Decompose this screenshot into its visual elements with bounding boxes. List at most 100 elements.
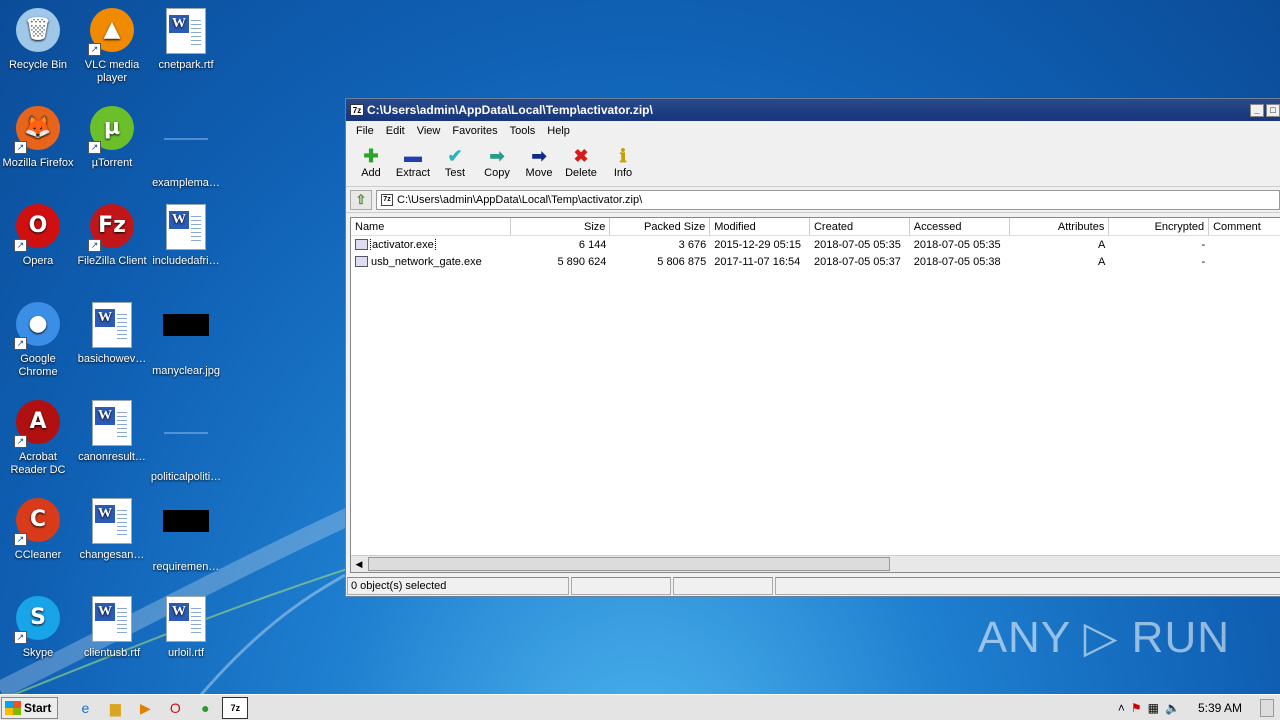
desktop-icon[interactable]: Wcanonresult… <box>74 400 150 464</box>
minimize-button[interactable]: _ <box>1250 103 1264 117</box>
column-header-packed-size[interactable]: Packed Size <box>610 218 711 235</box>
clock[interactable]: 5:39 AM <box>1186 701 1254 715</box>
acrobat-reader-dc-icon: A ↗ <box>14 400 62 448</box>
ie-icon[interactable]: e <box>72 697 98 719</box>
desktop-icon[interactable]: politicalpoliti… <box>148 400 224 484</box>
opera-icon[interactable]: O <box>162 697 188 719</box>
menu-edit[interactable]: Edit <box>380 125 411 137</box>
desktop-icon[interactable]: C ↗ CCleaner <box>0 498 76 562</box>
desktop-icon[interactable]: 🗑 Recycle Bin <box>0 8 76 72</box>
toolbar-label: Test <box>444 167 466 179</box>
maximize-button[interactable]: □ <box>1266 103 1280 117</box>
file-list[interactable]: Name Size Packed Size Modified Created Access… <box>350 217 1280 573</box>
scroll-left-icon[interactable]: ◀ <box>351 556 367 572</box>
7zip-icon: 7z <box>350 104 364 116</box>
desktop-icon[interactable]: Wbasichowev… <box>74 302 150 366</box>
desktop-icon[interactable]: Wcnetpark.rtf <box>148 8 224 72</box>
tray-expand-icon[interactable]: ˄ <box>1118 701 1125 715</box>
show-desktop-button[interactable] <box>1260 698 1274 717</box>
menu-view[interactable]: View <box>411 125 447 137</box>
column-header-size[interactable]: Size <box>511 218 611 235</box>
column-header-accessed[interactable]: Accessed <box>910 218 1010 235</box>
media-player-icon[interactable]: ▶ <box>132 697 158 719</box>
cell-created: 2018-07-05 05:35 <box>813 238 901 251</box>
desktop-icon-label: changesan… <box>79 549 145 561</box>
shortcut-arrow-icon: ↗ <box>14 337 27 350</box>
cell-accessed: 2018-07-05 05:38 <box>913 255 1001 268</box>
desktop-icon[interactable]: O ↗ Opera <box>0 204 76 268</box>
window-titlebar[interactable]: 7z C:\Users\admin\AppData\Local\Temp\act… <box>346 99 1280 121</box>
table-row[interactable]: activator.exe 6 144 3 676 2015-12-29 05:15 2… <box>351 236 1280 253</box>
column-header-created[interactable]: Created <box>810 218 910 235</box>
move-button[interactable]: ➡ Move <box>518 141 560 179</box>
scrollbar-thumb[interactable] <box>368 557 890 571</box>
cell-modified: 2017-11-07 16:54 <box>714 255 801 268</box>
desktop-icon[interactable]: Wchangesan… <box>74 498 150 562</box>
start-button[interactable]: Start <box>1 696 59 719</box>
desktop-icon[interactable]: ▲ ↗ VLC media player <box>74 8 150 85</box>
up-folder-button[interactable]: ⇧ <box>350 189 372 210</box>
desktop-icon[interactable]: Wincludedafri… <box>148 204 224 268</box>
desktop-icon[interactable]: Wclientusb.rtf <box>74 596 150 660</box>
table-row[interactable]: usb_network_gate.exe 5 890 624 5 806 875 20… <box>351 253 1280 270</box>
column-header-modified[interactable]: Modified <box>710 218 810 235</box>
info-button[interactable]: ℹ Info <box>602 141 644 179</box>
7zip-taskbar-button[interactable]: 7z <box>222 696 249 719</box>
desktop-icon[interactable]: ● ↗ Google Chrome <box>0 302 76 379</box>
desktop-icon-label: Mozilla Firefox <box>2 157 74 169</box>
toolbar-label: Info <box>613 167 633 179</box>
menu-file[interactable]: File <box>350 125 380 137</box>
7zip-window[interactable]: 7z C:\Users\admin\AppData\Local\Temp\act… <box>345 98 1280 597</box>
horizontal-scrollbar[interactable]: ◀ <box>351 555 1280 572</box>
desktop-icon[interactable]: S ↗ Skype <box>0 596 76 660</box>
column-header-name[interactable]: Name <box>351 218 511 235</box>
column-header-comment[interactable]: Comment <box>1209 218 1280 235</box>
toolbar-label: Extract <box>395 167 431 179</box>
word-document-icon: W <box>88 596 136 644</box>
system-tray: ˄ ⚑ ▦ 🔈 5:39 AM <box>1118 697 1280 719</box>
cell-size: 5 890 624 <box>557 255 607 268</box>
action-center-icon[interactable]: ⚑ <box>1131 701 1142 715</box>
desktop-icon[interactable]: requiremen… <box>148 498 224 574</box>
explorer-icon[interactable]: ▆ <box>102 697 128 719</box>
desktop-icon[interactable]: Fz ↗ FileZilla Client <box>74 204 150 268</box>
extract-button[interactable]: ▬ Extract <box>392 141 434 179</box>
volume-icon[interactable]: 🔈 <box>1165 701 1180 715</box>
desktop-icon[interactable]: Wurloil.rtf <box>148 596 224 660</box>
desktop-icon[interactable]: 🦊 ↗ Mozilla Firefox <box>0 106 76 170</box>
menubar: File Edit View Favorites Tools Help <box>346 121 1280 141</box>
status-bar: 0 object(s) selected <box>346 576 1280 596</box>
desktop-icon[interactable]: examplema… <box>148 106 224 190</box>
column-header-encrypted[interactable]: Encrypted <box>1109 218 1210 235</box>
chrome-icon[interactable]: ● <box>192 697 218 719</box>
move-icon: ➡ <box>531 146 547 166</box>
windows-logo-icon <box>5 700 21 715</box>
word-document-icon: W <box>88 302 136 350</box>
word-document-icon: W <box>88 498 136 546</box>
status-cell-3 <box>673 577 773 595</box>
column-header-attributes[interactable]: Attributes <box>1010 218 1110 235</box>
menu-help[interactable]: Help <box>541 125 576 137</box>
desktop-icon-label: basichowev… <box>77 353 147 365</box>
shortcut-arrow-icon: ↗ <box>88 43 101 56</box>
desktop-icon[interactable]: A ↗ Acrobat Reader DC <box>0 400 76 477</box>
shortcut-arrow-icon: ↗ <box>88 239 101 252</box>
copy-button[interactable]: ➡ Copy <box>476 141 518 179</box>
menu-tools[interactable]: Tools <box>504 125 542 137</box>
add-button[interactable]: ✚ Add <box>350 141 392 179</box>
start-label: Start <box>24 700 52 715</box>
desktop-icon-label: Acrobat Reader DC <box>10 451 66 476</box>
network-icon[interactable]: ▦ <box>1148 701 1159 715</box>
desktop-icon-label: canonresult… <box>78 451 146 463</box>
desktop-icon-label: Opera <box>22 255 54 267</box>
word-document-icon: W <box>88 400 136 448</box>
test-button[interactable]: ✔ Test <box>434 141 476 179</box>
desktop-icon[interactable]: manyclear.jpg <box>148 302 224 378</box>
opera-icon: O ↗ <box>14 204 62 252</box>
menu-favorites[interactable]: Favorites <box>446 125 503 137</box>
delete-button[interactable]: ✖ Delete <box>560 141 602 179</box>
copy-icon: ➡ <box>489 146 505 166</box>
address-input[interactable]: 7z C:\Users\admin\AppData\Local\Temp\act… <box>376 189 1280 210</box>
status-cell-4 <box>775 577 1280 595</box>
desktop-icon[interactable]: µ ↗ µTorrent <box>74 106 150 170</box>
